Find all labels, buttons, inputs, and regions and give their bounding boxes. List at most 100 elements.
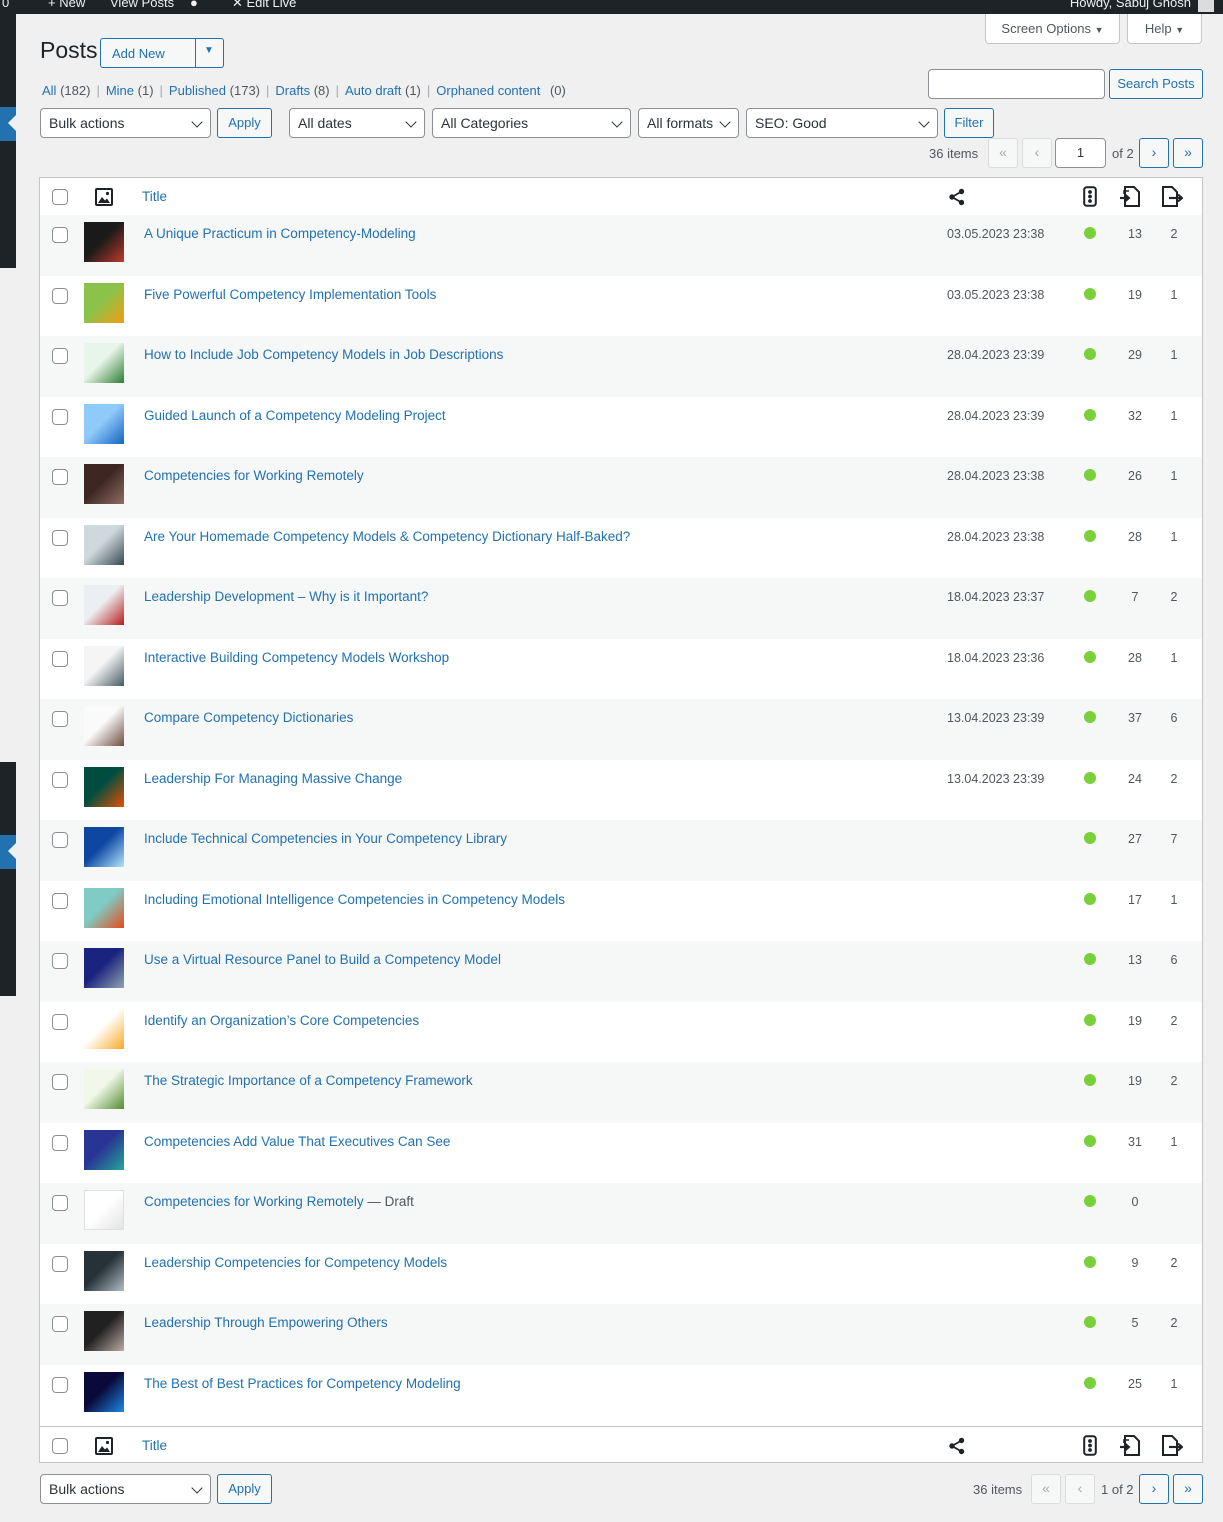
row-checkbox[interactable] <box>52 1255 68 1272</box>
title-column-footer[interactable]: Title <box>142 1438 167 1453</box>
row-checkbox[interactable] <box>52 650 68 667</box>
yoast-icon[interactable]: ● <box>190 0 198 10</box>
help-button[interactable]: Help ▼ <box>1127 14 1202 44</box>
post-thumbnail[interactable] <box>84 464 124 504</box>
view-published[interactable]: Published <box>169 83 226 98</box>
add-new-button[interactable]: Add New ▼ <box>100 38 224 68</box>
post-title-link[interactable]: Competencies Add Value That Executives C… <box>144 1134 450 1149</box>
post-thumbnail[interactable] <box>84 766 124 807</box>
row-checkbox[interactable] <box>52 590 68 606</box>
row-checkbox[interactable] <box>52 1195 68 1211</box>
post-title-link[interactable]: The Strategic Importance of a Competency… <box>144 1073 473 1088</box>
screen-options-button[interactable]: Screen Options ▼ <box>985 14 1120 44</box>
current-page-input[interactable]: 1 <box>1055 138 1106 168</box>
view-orphaned[interactable]: Orphaned content <box>436 83 540 98</box>
post-title-link[interactable]: Interactive Building Competency Models W… <box>144 650 449 665</box>
post-thumbnail[interactable] <box>84 585 124 625</box>
bulk-actions-select-bottom[interactable]: Bulk actions <box>40 1474 211 1504</box>
search-input[interactable] <box>928 69 1105 99</box>
comments-count[interactable]: 0 <box>2 0 9 10</box>
post-thumbnail[interactable] <box>84 1371 124 1412</box>
last-page-button[interactable]: » <box>1173 1474 1203 1504</box>
post-title-link[interactable]: Leadership For Managing Massive Change <box>144 771 402 786</box>
row-checkbox[interactable] <box>52 1013 68 1030</box>
post-thumbnail[interactable] <box>84 1069 124 1109</box>
post-title-link[interactable]: Leadership Through Empowering Others <box>144 1315 388 1330</box>
post-title-link[interactable]: Competencies for Working Remotely — Draf… <box>144 1194 414 1209</box>
row-checkbox[interactable] <box>52 832 68 848</box>
title-column-header[interactable]: Title <box>142 189 167 204</box>
post-title-link[interactable]: Guided Launch of a Competency Modeling P… <box>144 408 446 423</box>
bulk-actions-select[interactable]: Bulk actions <box>40 108 211 138</box>
view-drafts[interactable]: Drafts <box>275 83 310 98</box>
caret-down-icon[interactable]: ▼ <box>204 45 214 56</box>
internal-links-icon[interactable] <box>1119 186 1141 207</box>
post-thumbnail[interactable] <box>84 1190 124 1230</box>
row-checkbox[interactable] <box>52 1376 68 1393</box>
edit-live-link[interactable]: ✕ Edit Live <box>232 0 296 11</box>
row-checkbox[interactable] <box>52 408 68 425</box>
row-checkbox[interactable] <box>52 953 68 969</box>
post-title-link[interactable]: Leadership Competencies for Competency M… <box>144 1255 447 1270</box>
avatar[interactable] <box>1198 0 1214 12</box>
filter-button[interactable]: Filter <box>944 108 994 138</box>
post-title-link[interactable]: Including Emotional Intelligence Compete… <box>144 892 565 907</box>
post-thumbnail[interactable] <box>84 222 124 262</box>
formats-select[interactable]: All formats <box>638 108 739 138</box>
search-posts-button[interactable]: Search Posts <box>1109 69 1203 99</box>
row-checkbox[interactable] <box>52 469 68 485</box>
post-thumbnail[interactable] <box>84 706 124 746</box>
view-auto-draft[interactable]: Auto draft <box>345 83 401 98</box>
post-thumbnail[interactable] <box>84 1250 124 1291</box>
post-title-link[interactable]: Compare Competency Dictionaries <box>144 710 353 725</box>
view-all[interactable]: All <box>42 83 56 98</box>
row-checkbox[interactable] <box>52 348 68 364</box>
row-checkbox[interactable] <box>52 1316 68 1332</box>
row-checkbox[interactable] <box>52 287 68 304</box>
post-thumbnail[interactable] <box>84 524 124 565</box>
post-title-link[interactable]: Are Your Homemade Competency Models & Co… <box>144 529 630 544</box>
apply-button-bottom[interactable]: Apply <box>217 1474 272 1504</box>
howdy-user[interactable]: Howdy, Sabuj Ghosh <box>1070 0 1191 10</box>
row-checkbox[interactable] <box>52 771 68 788</box>
post-title-link[interactable]: The Best of Best Practices for Competenc… <box>144 1376 461 1391</box>
post-thumbnail[interactable] <box>84 403 124 444</box>
post-title-link[interactable]: How to Include Job Competency Models in … <box>144 347 503 362</box>
post-title-link[interactable]: Competencies for Working Remotely <box>144 468 364 483</box>
traffic-light-icon[interactable] <box>1083 186 1097 207</box>
post-title-link[interactable]: Use a Virtual Resource Panel to Build a … <box>144 952 501 967</box>
post-thumbnail[interactable] <box>84 1129 124 1170</box>
incoming-links-icon[interactable] <box>1161 1435 1183 1456</box>
row-checkbox[interactable] <box>52 892 68 909</box>
post-title-link[interactable]: Leadership Development – Why is it Impor… <box>144 589 428 604</box>
row-checkbox[interactable] <box>52 1134 68 1151</box>
next-page-button[interactable]: › <box>1139 1474 1169 1504</box>
apply-button[interactable]: Apply <box>217 108 272 138</box>
internal-links-icon[interactable] <box>1119 1435 1141 1456</box>
row-checkbox[interactable] <box>52 529 68 546</box>
post-thumbnail[interactable] <box>84 343 124 383</box>
categories-select[interactable]: All Categories <box>432 108 631 138</box>
row-checkbox[interactable] <box>52 227 68 243</box>
post-title-link[interactable]: A Unique Practicum in Competency-Modelin… <box>144 226 416 241</box>
incoming-links-icon[interactable] <box>1161 186 1183 207</box>
traffic-light-icon[interactable] <box>1083 1435 1097 1456</box>
next-page-button[interactable]: › <box>1139 138 1169 168</box>
post-thumbnail[interactable] <box>84 282 124 323</box>
view-mine[interactable]: Mine <box>106 83 134 98</box>
new-content-link[interactable]: + New <box>48 0 85 10</box>
post-thumbnail[interactable] <box>84 645 124 686</box>
seo-filter-select[interactable]: SEO: Good <box>746 108 938 138</box>
post-thumbnail[interactable] <box>84 827 124 867</box>
row-checkbox[interactable] <box>52 711 68 727</box>
post-title-link[interactable]: Identify an Organization’s Core Competen… <box>144 1013 419 1028</box>
post-thumbnail[interactable] <box>84 887 124 928</box>
last-page-button[interactable]: » <box>1173 138 1203 168</box>
select-all-checkbox[interactable] <box>52 1438 68 1454</box>
post-thumbnail[interactable] <box>84 1008 124 1049</box>
view-posts-link[interactable]: View Posts <box>110 0 174 10</box>
post-title-link[interactable]: Five Powerful Competency Implementation … <box>144 287 436 302</box>
row-checkbox[interactable] <box>52 1074 68 1090</box>
post-thumbnail[interactable] <box>84 1311 124 1351</box>
post-thumbnail[interactable] <box>84 948 124 988</box>
